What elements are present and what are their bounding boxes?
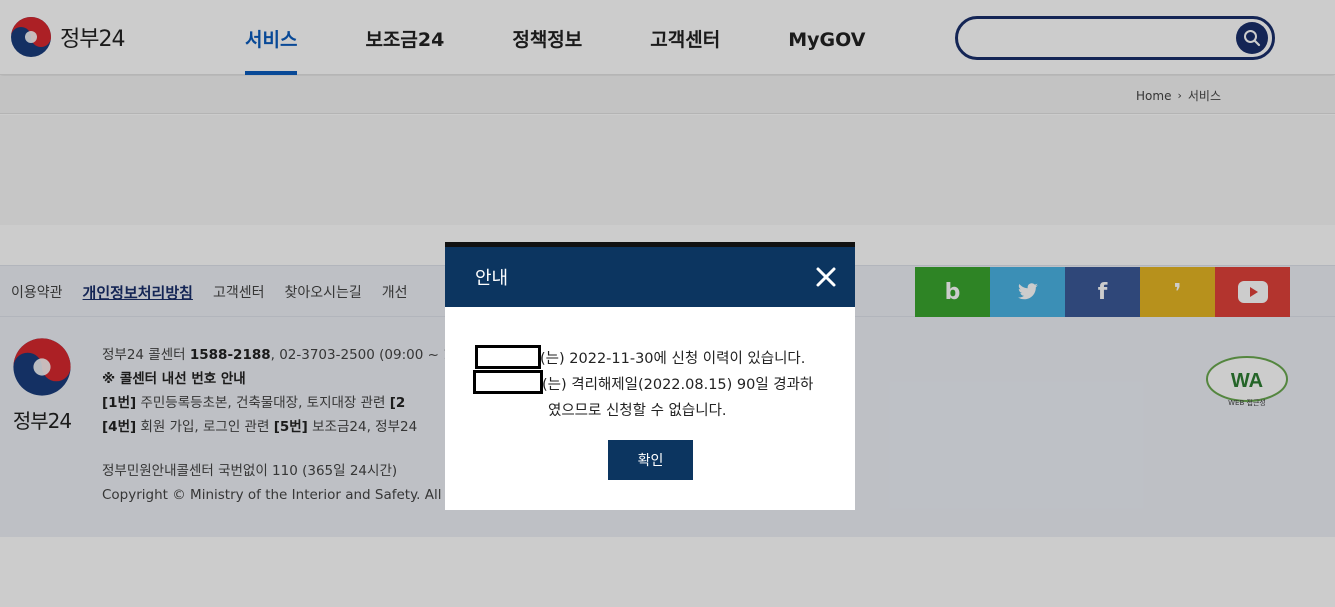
redacted-name-box [475, 345, 541, 369]
dialog-message-line-3: 였으므로 신청할 수 없습니다. [548, 403, 727, 419]
dialog-message-line-2: (는) 격리해제일(2022.08.15) 90일 경과하 [542, 377, 814, 393]
dialog-header: 안내 [445, 247, 855, 307]
notice-dialog: 안내 (는) 2022-11-30에 신청 이력이 있습니다. (는) 격리해제… [445, 242, 855, 510]
dialog-body: (는) 2022-11-30에 신청 이력이 있습니다. (는) 격리해제일(2… [445, 307, 855, 510]
dialog-message-line-1: (는) 2022-11-30에 신청 이력이 있습니다. [540, 351, 806, 367]
redacted-name-box [473, 370, 543, 394]
dialog-title: 안내 [475, 268, 509, 289]
close-icon[interactable] [815, 266, 837, 288]
confirm-button[interactable]: 확인 [608, 440, 693, 480]
